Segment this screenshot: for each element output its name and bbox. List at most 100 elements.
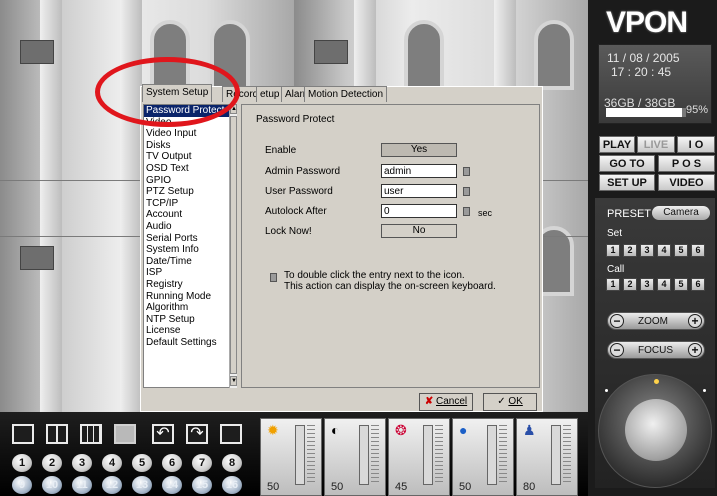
layout-1-icon[interactable]: [12, 424, 34, 444]
call-preset-3[interactable]: 3: [640, 278, 654, 291]
layout-16-icon[interactable]: [114, 424, 136, 444]
set-preset-4[interactable]: 4: [657, 244, 671, 257]
list-item[interactable]: License: [144, 325, 236, 337]
video-button[interactable]: VIDEO: [658, 174, 715, 191]
setup-menu-list[interactable]: Password Protect Video Video Input Disks…: [143, 104, 237, 388]
live-button[interactable]: LIVE: [637, 136, 675, 153]
call-label: Call: [607, 264, 625, 275]
lock-now-button[interactable]: No: [381, 224, 457, 238]
channel-button-10[interactable]: 10: [42, 476, 62, 494]
channel-button-6[interactable]: 6: [162, 454, 182, 472]
brightness-value: 50: [267, 481, 280, 493]
channel-button-4[interactable]: 4: [102, 454, 122, 472]
menu-scrollbar[interactable]: ▲ ▼: [229, 104, 237, 388]
contrast-slider[interactable]: [359, 425, 369, 485]
channel-button-16[interactable]: 16: [222, 476, 242, 494]
list-item[interactable]: OSD Text: [144, 163, 236, 175]
channel-button-8[interactable]: 8: [222, 454, 242, 472]
list-item[interactable]: Video Input: [144, 128, 236, 140]
admin-password-field[interactable]: [381, 164, 457, 178]
date-display: 11 / 08 / 2005: [607, 51, 680, 65]
channel-button-12[interactable]: 12: [102, 476, 122, 494]
channel-button-3[interactable]: 3: [72, 454, 92, 472]
hue-slider[interactable]: [487, 425, 497, 485]
list-item[interactable]: TV Output: [144, 151, 236, 163]
channel-button-9[interactable]: 9: [12, 476, 32, 494]
list-item[interactable]: TCP/IP: [144, 198, 236, 210]
focus-far-button[interactable]: +: [688, 343, 702, 357]
ptz-joystick[interactable]: [598, 374, 712, 488]
set-preset-5[interactable]: 5: [674, 244, 688, 257]
sun-icon: ✹: [267, 422, 279, 438]
list-item[interactable]: Default Settings: [144, 337, 236, 349]
list-item[interactable]: GPIO: [144, 175, 236, 187]
saturation-slider[interactable]: [551, 425, 561, 485]
list-item[interactable]: System Info: [144, 244, 236, 256]
goto-button[interactable]: GO TO: [599, 155, 655, 172]
io-button[interactable]: I O: [677, 136, 715, 153]
play-button[interactable]: PLAY: [599, 136, 635, 153]
list-item[interactable]: Running Mode: [144, 291, 236, 303]
call-preset-2[interactable]: 2: [623, 278, 637, 291]
autolock-field[interactable]: [381, 204, 457, 218]
setup-button[interactable]: SET UP: [599, 174, 655, 191]
channel-button-11[interactable]: 11: [72, 476, 92, 494]
keyboard-icon[interactable]: [463, 167, 470, 176]
set-preset-2[interactable]: 2: [623, 244, 637, 257]
disk-usage-percent: 95%: [686, 104, 709, 116]
set-preset-6[interactable]: 6: [691, 244, 705, 257]
layout-4-icon[interactable]: [46, 424, 68, 444]
call-preset-1[interactable]: 1: [606, 278, 620, 291]
channel-button-14[interactable]: 14: [162, 476, 182, 494]
zoom-out-button[interactable]: −: [610, 314, 624, 328]
scroll-thumb[interactable]: [230, 116, 237, 374]
list-item[interactable]: Account: [144, 209, 236, 221]
rotate-left-icon[interactable]: ↶: [152, 424, 174, 444]
ok-button[interactable]: ✓ OK: [483, 393, 537, 411]
call-preset-6[interactable]: 6: [691, 278, 705, 291]
color-value: 45: [395, 481, 408, 493]
contrast-slider-panel: ◐ 50: [324, 418, 386, 496]
set-preset-3[interactable]: 3: [640, 244, 654, 257]
enable-toggle[interactable]: Yes: [381, 143, 457, 157]
call-preset-5[interactable]: 5: [674, 278, 688, 291]
brightness-slider[interactable]: [295, 425, 305, 485]
list-item[interactable]: Registry: [144, 279, 236, 291]
list-item[interactable]: Date/Time: [144, 256, 236, 268]
set-preset-1[interactable]: 1: [606, 244, 620, 257]
focus-near-button[interactable]: −: [610, 343, 624, 357]
list-item[interactable]: Audio: [144, 221, 236, 233]
keyboard-icon[interactable]: [463, 187, 470, 196]
pos-button[interactable]: P O S: [658, 155, 715, 172]
enable-label: Enable: [265, 145, 297, 156]
rotate-right-icon[interactable]: ↷: [186, 424, 208, 444]
tab-setup[interactable]: etup: [256, 86, 284, 102]
pip-layout-icon[interactable]: [220, 424, 242, 444]
list-item[interactable]: NTP Setup: [144, 314, 236, 326]
channel-button-7[interactable]: 7: [192, 454, 212, 472]
user-password-field[interactable]: [381, 184, 457, 198]
list-item[interactable]: Algorithm: [144, 302, 236, 314]
list-item[interactable]: Disks: [144, 140, 236, 152]
joystick-knob[interactable]: [625, 399, 687, 461]
channel-button-5[interactable]: 5: [132, 454, 152, 472]
cancel-button[interactable]: ✘ Cancel: [419, 393, 473, 411]
brightness-slider-panel: ✹ 50: [260, 418, 322, 496]
channel-button-15[interactable]: 15: [192, 476, 212, 494]
zoom-in-button[interactable]: +: [688, 314, 702, 328]
autolock-unit: sec: [478, 208, 493, 218]
keyboard-icon[interactable]: [463, 207, 470, 216]
color-slider[interactable]: [423, 425, 433, 485]
call-preset-4[interactable]: 4: [657, 278, 671, 291]
list-item[interactable]: ISP: [144, 267, 236, 279]
list-item[interactable]: PTZ Setup: [144, 186, 236, 198]
camera-toggle[interactable]: Camera: [652, 206, 710, 220]
layout-9-icon[interactable]: [80, 424, 102, 444]
channel-button-13[interactable]: 13: [132, 476, 152, 494]
list-item[interactable]: Serial Ports: [144, 233, 236, 245]
user-password-label: User Password: [265, 186, 333, 197]
channel-button-1[interactable]: 1: [12, 454, 32, 472]
channel-button-2[interactable]: 2: [42, 454, 62, 472]
tab-motion-detection[interactable]: Motion Detection: [304, 86, 388, 102]
scroll-down-icon[interactable]: ▼: [230, 376, 237, 386]
